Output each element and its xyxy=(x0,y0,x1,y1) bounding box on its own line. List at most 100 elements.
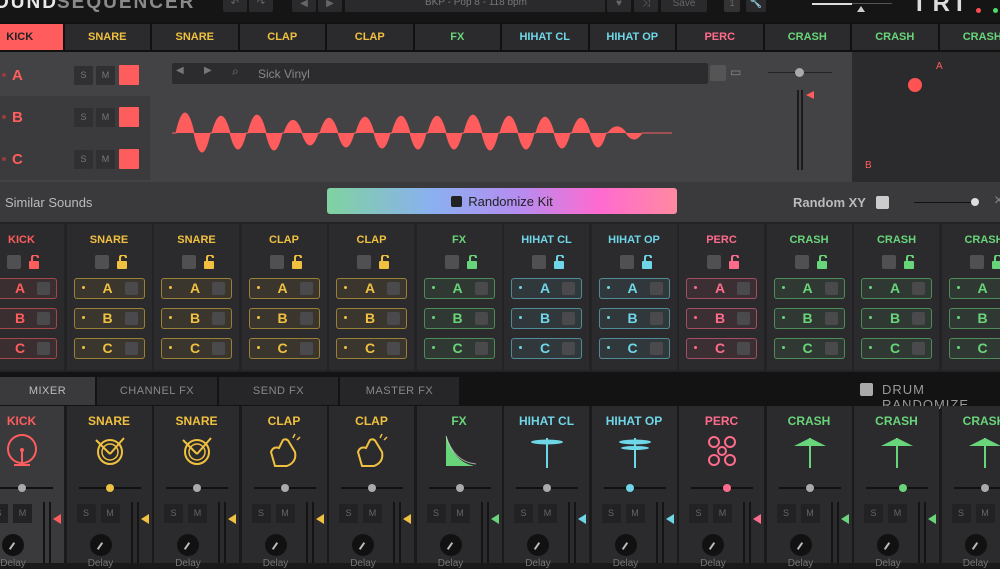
dice-icon[interactable] xyxy=(212,312,225,325)
master-slider[interactable] xyxy=(812,3,892,4)
volume-marker-icon[interactable] xyxy=(578,514,586,524)
dice-icon[interactable] xyxy=(970,255,984,269)
pan-slider[interactable] xyxy=(166,487,228,489)
dice-icon[interactable] xyxy=(562,312,575,325)
tab-channel-fx[interactable]: CHANNEL FX xyxy=(97,377,217,405)
unlock-icon[interactable] xyxy=(379,255,391,269)
volume-marker-icon[interactable] xyxy=(228,514,236,524)
preset-field[interactable]: BKP - Pop 8 - 118 bpm xyxy=(345,0,605,12)
xy-handle[interactable] xyxy=(908,78,922,92)
layer-slot-button[interactable]: C xyxy=(774,338,845,359)
link-icon[interactable] xyxy=(119,65,139,85)
slider-knob[interactable] xyxy=(795,68,804,77)
close-icon[interactable]: × xyxy=(994,192,1000,210)
slider-knob[interactable] xyxy=(18,484,26,492)
layer-row-b[interactable]: B S M xyxy=(0,96,150,138)
volume-marker-icon[interactable] xyxy=(141,514,149,524)
dice-icon[interactable] xyxy=(882,255,896,269)
slider-knob[interactable] xyxy=(456,484,464,492)
pan-slider[interactable] xyxy=(429,487,491,489)
folder-icon[interactable]: ▭ xyxy=(730,65,748,81)
layer-slot-button[interactable]: C xyxy=(336,338,407,359)
mute-button[interactable]: M xyxy=(713,504,732,523)
pan-slider[interactable] xyxy=(866,487,928,489)
dice-icon[interactable] xyxy=(125,282,138,295)
solo-button[interactable]: S xyxy=(602,504,621,523)
solo-button[interactable]: S xyxy=(339,504,358,523)
track-tab[interactable]: HIHAT OP xyxy=(590,24,676,50)
solo-button[interactable]: S xyxy=(777,504,796,523)
dice-icon[interactable] xyxy=(387,342,400,355)
dice-icon[interactable] xyxy=(445,255,459,269)
delay-send-knob[interactable] xyxy=(877,534,899,556)
layer-slot-button[interactable]: C xyxy=(686,338,757,359)
layer-slot-button[interactable]: A xyxy=(249,278,320,299)
dice-icon[interactable] xyxy=(125,312,138,325)
delay-send-knob[interactable] xyxy=(790,534,812,556)
layer-slot-button[interactable]: B xyxy=(599,308,670,329)
layer-slot-button[interactable]: C xyxy=(74,338,145,359)
solo-button[interactable]: S xyxy=(689,504,708,523)
layer-slot-button[interactable]: C xyxy=(424,338,495,359)
delay-send-knob[interactable] xyxy=(90,534,112,556)
tab-send-fx[interactable]: SEND FX xyxy=(219,377,338,405)
track-tab[interactable]: HIHAT CL xyxy=(502,24,588,50)
volume-marker-icon[interactable] xyxy=(753,514,761,524)
dice-icon[interactable] xyxy=(650,282,663,295)
volume-marker-icon[interactable] xyxy=(53,514,61,524)
mute-button[interactable]: M xyxy=(888,504,907,523)
undo-button[interactable]: ↶ xyxy=(223,0,247,12)
dice-icon[interactable] xyxy=(650,342,663,355)
solo-button[interactable]: S xyxy=(427,504,446,523)
mute-button[interactable]: M xyxy=(538,504,557,523)
randomize-kit-button[interactable]: Randomize Kit xyxy=(327,188,677,214)
dice-icon[interactable] xyxy=(300,312,313,325)
volume-fader[interactable] xyxy=(393,502,401,563)
slider-knob[interactable] xyxy=(626,484,634,492)
dice-icon[interactable] xyxy=(475,312,488,325)
slider-knob[interactable] xyxy=(106,484,114,492)
dice-icon[interactable] xyxy=(562,282,575,295)
layer-slot-button[interactable]: B xyxy=(161,308,232,329)
mute-button[interactable]: M xyxy=(96,150,115,169)
layer-slot-button[interactable]: B xyxy=(0,308,57,329)
track-tab[interactable]: PERC xyxy=(677,24,763,50)
layer-slot-button[interactable]: A xyxy=(161,278,232,299)
volume-fader[interactable] xyxy=(797,90,803,170)
volume-marker-icon[interactable] xyxy=(841,514,849,524)
random-xy-dice-icon[interactable] xyxy=(876,196,889,209)
slider-knob[interactable] xyxy=(806,484,814,492)
layer-slot-button[interactable]: B xyxy=(249,308,320,329)
layer-slot-button[interactable]: A xyxy=(511,278,582,299)
solo-button[interactable]: S xyxy=(164,504,183,523)
pan-slider[interactable] xyxy=(691,487,753,489)
dice-icon[interactable] xyxy=(300,282,313,295)
unlock-icon[interactable] xyxy=(292,255,304,269)
slider-knob[interactable] xyxy=(543,484,551,492)
volume-marker-icon[interactable] xyxy=(316,514,324,524)
volume-fader[interactable] xyxy=(568,502,576,563)
track-tab[interactable]: SNARE xyxy=(65,24,151,50)
xy-pad[interactable]: A B xyxy=(852,52,1000,182)
layer-slot-button[interactable]: B xyxy=(336,308,407,329)
layer-slot-button[interactable]: A xyxy=(0,278,57,299)
dice-icon[interactable] xyxy=(825,342,838,355)
layer-slot-button[interactable]: A xyxy=(336,278,407,299)
dice-icon[interactable] xyxy=(532,255,546,269)
pan-slider[interactable] xyxy=(79,487,141,489)
layer-slot-button[interactable]: A xyxy=(74,278,145,299)
dice-icon[interactable] xyxy=(95,255,109,269)
dice-icon[interactable] xyxy=(912,312,925,325)
slider-knob[interactable] xyxy=(899,484,907,492)
dice-icon[interactable] xyxy=(357,255,371,269)
dice-icon[interactable] xyxy=(795,255,809,269)
dice-icon[interactable] xyxy=(37,312,50,325)
volume-marker-icon[interactable] xyxy=(928,514,936,524)
layer-slot-button[interactable]: A xyxy=(774,278,845,299)
mute-button[interactable]: M xyxy=(101,504,120,523)
layer-slot-button[interactable]: A xyxy=(686,278,757,299)
track-tab[interactable]: CLAP xyxy=(240,24,326,50)
layer-slot-button[interactable]: A xyxy=(949,278,1000,299)
layer-slot-button[interactable]: B xyxy=(774,308,845,329)
dice-icon[interactable] xyxy=(37,282,50,295)
